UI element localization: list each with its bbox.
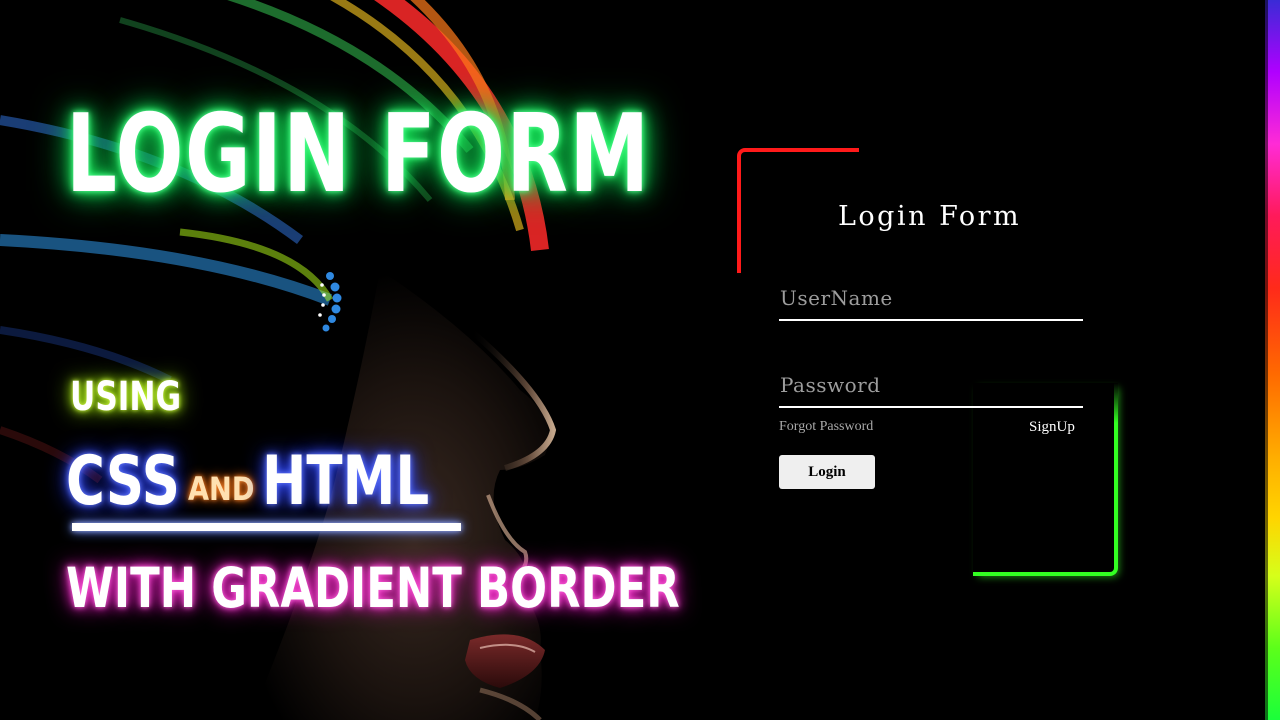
hero-using-text: USING [70,374,182,420]
signup-link[interactable]: SignUp [1029,419,1075,436]
password-field-wrapper [779,368,1083,410]
hero-divider [72,523,461,531]
hero-and-text: AND [188,470,255,508]
login-form-title: Login Form [838,201,1022,232]
rainbow-edge-shadow [1265,0,1268,720]
password-input[interactable] [779,368,1083,408]
thumbnail-canvas: LOGIN FORM USING CSS AND HTML WITH GRADI… [0,0,1280,720]
card-border-bottom-right [973,383,1118,576]
username-input[interactable] [779,281,1083,321]
rainbow-edge-strip [1265,0,1280,720]
hero-gradient-border-text: WITH GRADIENT BORDER [66,556,680,620]
forgot-password-link[interactable]: Forgot Password [779,419,873,435]
hero-css-text: CSS [66,442,180,521]
hero-title: LOGIN FORM [66,92,651,217]
username-field-wrapper [779,281,1083,323]
login-button[interactable]: Login [779,455,875,489]
hero-html-text: HTML [262,442,430,521]
